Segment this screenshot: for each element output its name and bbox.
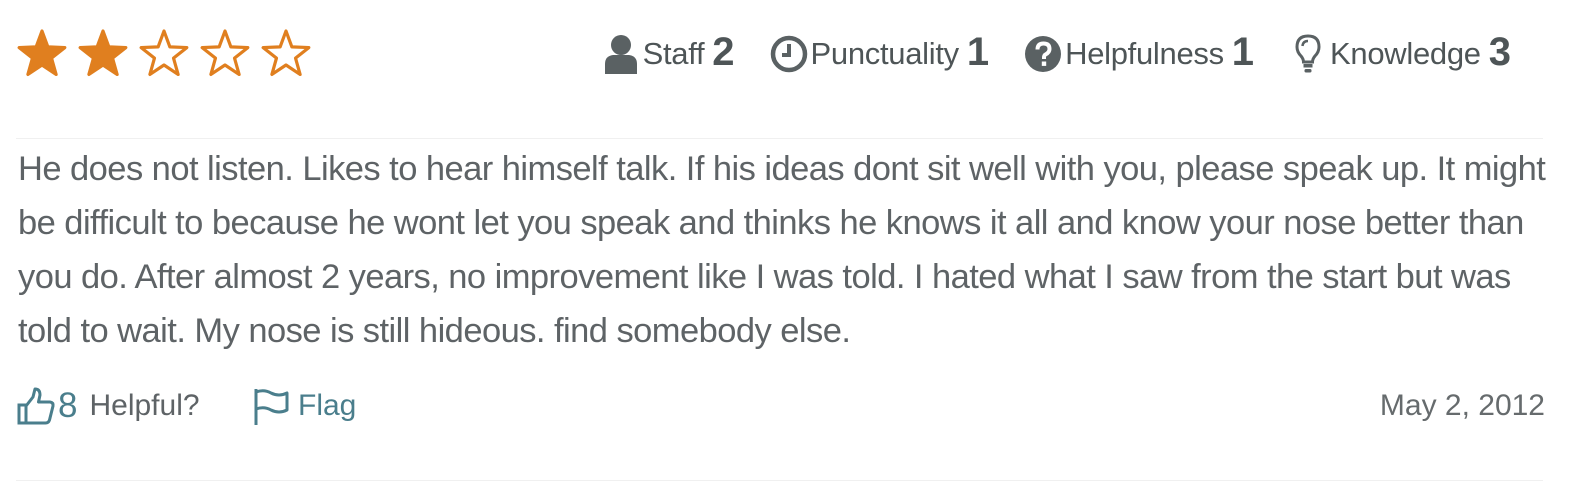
subrating-helpfulness: Helpfulness 1: [1023, 28, 1254, 80]
clock-icon: [769, 34, 809, 74]
star-icon-2: [77, 28, 129, 80]
review-card: Staff 2 Punctuality 1 Helpfulness 1 Know…: [0, 0, 1583, 486]
flag-icon: [254, 389, 289, 425]
subrating-punctuality: Punctuality 1: [769, 28, 989, 80]
star-icon-5: [260, 28, 312, 80]
helpful-count: 8: [58, 386, 78, 425]
helpful-label: Helpful?: [89, 389, 200, 422]
star-icon-3: [138, 28, 190, 80]
helpful-button[interactable]: 8 Helpful?: [16, 380, 200, 432]
star-icon-1: [16, 28, 68, 80]
thumbs-up-icon: [17, 387, 55, 425]
subratings: Staff 2 Punctuality 1 Helpfulness 1 Know…: [601, 28, 1511, 80]
review-footer: 8 Helpful? Flag May 2, 2012: [16, 380, 1545, 432]
user-icon: [601, 34, 641, 74]
flag-label: Flag: [298, 389, 357, 422]
lightbulb-icon: [1288, 34, 1328, 74]
review-date: May 2, 2012: [1379, 389, 1545, 422]
star-rating: [16, 28, 312, 80]
question-circle-icon: [1023, 34, 1063, 74]
subrating-staff: Staff 2: [601, 28, 735, 80]
star-icon-4: [199, 28, 251, 80]
review-text: He does not listen. Likes to hear himsel…: [18, 150, 1546, 350]
subrating-knowledge: Knowledge 3: [1288, 28, 1511, 80]
flag-button[interactable]: Flag: [252, 380, 356, 432]
divider-top: [16, 138, 1543, 139]
divider-bottom: [16, 480, 1543, 481]
